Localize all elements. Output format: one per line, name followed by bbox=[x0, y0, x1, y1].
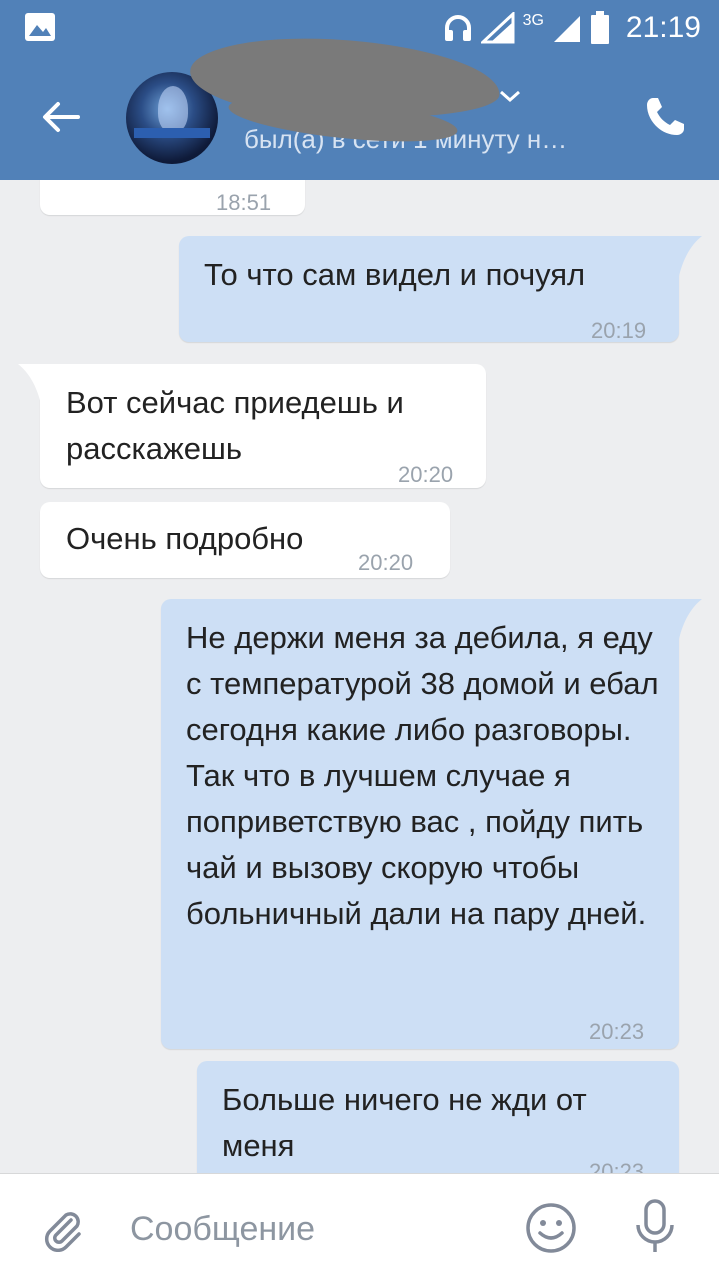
message-list[interactable]: Несешь 18:51 То что сам видел и почуял 2… bbox=[0, 180, 719, 1173]
clock: 21:19 bbox=[625, 11, 701, 44]
message-outgoing[interactable]: Больше ничего не жди от меня 20:23 bbox=[197, 1061, 679, 1173]
message-text: Больше ничего не жди от меня bbox=[222, 1082, 587, 1163]
message-text: Очень подробно bbox=[66, 521, 304, 556]
signal-icon bbox=[480, 12, 515, 44]
signal-icon-2 bbox=[553, 16, 580, 42]
message-text: Не держи меня за дебила, я еду с темпера… bbox=[186, 620, 659, 931]
message-time: 18:51 bbox=[216, 190, 272, 215]
message-time: 20:23 bbox=[589, 1019, 645, 1044]
message-time: 20:20 bbox=[358, 550, 414, 575]
bubble-tail bbox=[18, 364, 50, 404]
headphones-icon bbox=[444, 15, 471, 41]
message-incoming[interactable]: Очень подробно 20:20 bbox=[40, 502, 450, 578]
message-time: 20:23 bbox=[589, 1159, 645, 1173]
network-type: 3G bbox=[522, 12, 544, 29]
paperclip-icon[interactable] bbox=[38, 1204, 86, 1252]
message-time: 20:20 bbox=[398, 462, 454, 487]
phone-icon[interactable] bbox=[640, 92, 690, 142]
message-text: То что сам видел и почуял bbox=[204, 257, 586, 292]
message-outgoing[interactable]: То что сам видел и почуял 20:19 bbox=[179, 236, 679, 343]
message-text: Вот сейчас приедешь и расскажешь bbox=[66, 385, 404, 466]
microphone-icon[interactable] bbox=[628, 1198, 682, 1256]
message-incoming[interactable]: Вот сейчас приедешь и расскажешь 20:20 bbox=[40, 364, 486, 488]
message-outgoing[interactable]: Не держи меня за дебила, я еду с темпера… bbox=[161, 599, 679, 1049]
back-arrow-icon[interactable] bbox=[36, 92, 86, 142]
message-input[interactable] bbox=[130, 1204, 490, 1254]
gallery-icon bbox=[25, 13, 55, 41]
bubble-tail bbox=[670, 236, 702, 276]
bubble-tail bbox=[670, 599, 702, 639]
smile-icon[interactable] bbox=[524, 1201, 578, 1255]
chat-header: … был(а) в сети 1 минуту н… bbox=[0, 31, 719, 180]
message-incoming[interactable]: Несешь 18:51 bbox=[40, 180, 305, 215]
battery-icon bbox=[590, 11, 609, 44]
message-composer bbox=[0, 1173, 719, 1280]
message-text: Несешь bbox=[66, 180, 179, 192]
message-time: 20:19 bbox=[591, 318, 647, 343]
chevron-down-icon[interactable] bbox=[496, 86, 524, 106]
